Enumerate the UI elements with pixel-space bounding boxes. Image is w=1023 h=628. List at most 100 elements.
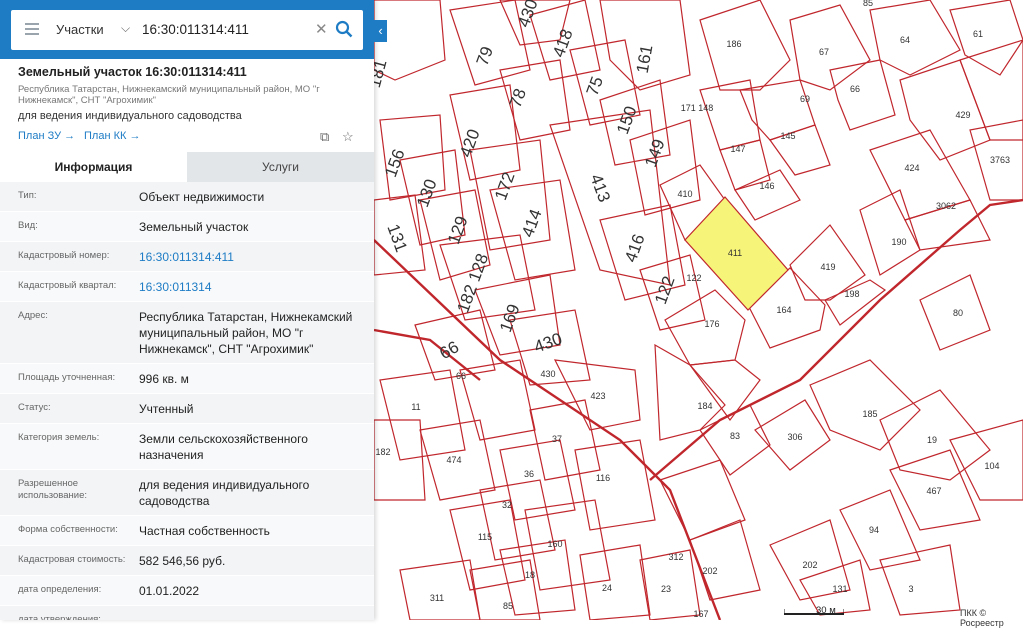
info-row: Разрешенное использование: для ведения ин… — [0, 470, 374, 516]
info-row: Кадастровая стоимость: 582 546,56 руб. — [0, 546, 374, 576]
parcel-36 — [949, 419, 1023, 501]
parcel-label: 429 — [955, 110, 970, 120]
purpose-text: для ведения индивидуального садоводства — [18, 110, 242, 122]
info-row-label: Статус: — [18, 402, 51, 413]
parcel-label-large: 149 — [641, 137, 669, 170]
parcel-label: 147 — [730, 144, 745, 154]
info-row-value: для ведения индивидуального садоводства — [139, 478, 310, 508]
parcel-label: 32 — [502, 500, 512, 510]
menu-icon[interactable] — [25, 23, 39, 36]
search-bar: Участки ⌵ 16:30:011314:411 ✕ — [0, 0, 374, 59]
plan-zu-link[interactable]: План ЗУ → — [18, 130, 75, 142]
parcel-label: 3763 — [990, 155, 1010, 165]
parcel-146 — [734, 169, 801, 221]
tab-info[interactable]: Информация — [0, 152, 187, 182]
info-row: Кадастровый номер: 16:30:011314:411 — [0, 242, 374, 272]
parcel-label-large: 79 — [473, 44, 497, 68]
parcel-label: 18 — [525, 570, 535, 580]
parcel-label: 182 — [375, 447, 390, 457]
info-row-label: Площадь уточненная: — [18, 372, 116, 383]
parcel-label-large: 161 — [633, 43, 657, 74]
address-short: Республика Татарстан, Нижнекамский муниц… — [18, 84, 320, 106]
parcel-label-large: 416 — [621, 232, 649, 265]
parcel-label: 66 — [850, 84, 860, 94]
info-row-label: дата определения: — [18, 584, 102, 595]
info-row-label: Вид: — [18, 220, 38, 231]
star-icon[interactable]: ☆ — [342, 129, 354, 145]
parcel-label: 419 — [820, 262, 835, 272]
info-row-value: Земли сельскохозяйственного назначения — [139, 432, 308, 462]
parcel-label: 3062 — [936, 201, 956, 211]
parcel-label-large: 122 — [651, 274, 679, 307]
parcel-label: 190 — [891, 237, 906, 247]
parcel-label: 164 — [776, 305, 791, 315]
parcel-label-large: 130 — [413, 177, 441, 210]
info-row: Адрес: Республика Татарстан, Нижнекамский… — [0, 302, 374, 364]
zoom-to-icon[interactable]: ⧉ — [320, 129, 329, 145]
info-row-label: Тип: — [18, 190, 37, 201]
info-row-value: 582 546,56 руб. — [139, 554, 226, 568]
parcel-306 — [809, 359, 921, 451]
parcel-66 — [829, 59, 896, 131]
tab-services[interactable]: Услуги — [187, 152, 374, 182]
search-icon[interactable] — [335, 20, 353, 38]
parcel-label: 24 — [602, 583, 612, 593]
parcel-label: 36 — [524, 469, 534, 479]
info-row-label: Кадастровая стоимость: — [18, 554, 126, 565]
info-row: Площадь уточненная: 996 кв. м — [0, 364, 374, 394]
parcel-94 — [524, 499, 611, 591]
parcel-label-large: 131 — [383, 222, 411, 255]
close-icon[interactable]: ✕ — [315, 20, 328, 38]
parcel-label: 85 — [503, 601, 513, 611]
info-row: Форма собственности: Частная собственност… — [0, 516, 374, 546]
collapse-panel-button[interactable]: ‹ — [374, 20, 387, 42]
info-row-value: 01.01.2022 — [139, 584, 200, 598]
parcel-202b — [689, 519, 761, 601]
parcel-label: 122 — [686, 273, 701, 283]
parcel-label: 131 — [832, 584, 847, 594]
parcel-label: 11 — [411, 402, 420, 412]
info-row: Категория земель: Земли сельскохозяйствен… — [0, 424, 374, 470]
info-row-value[interactable]: 16:30:011314 — [139, 272, 226, 301]
info-row-label: Кадастровый номер: — [18, 250, 110, 261]
info-row-value[interactable]: 16:30:011314:411 — [139, 242, 248, 271]
info-row: Кадастровый квартал: 16:30:011314 — [0, 272, 374, 302]
parcel-label: 146 — [759, 181, 774, 191]
parcel-label: 176 — [704, 319, 719, 329]
parcel-label: 184 — [697, 401, 712, 411]
parcel-label: 66 — [456, 371, 466, 381]
parcel-label: 94 — [869, 525, 879, 535]
parcel-label: 474 — [446, 455, 461, 465]
parcel-label: 185 — [862, 409, 877, 419]
layer-select[interactable]: Участки — [56, 22, 104, 37]
info-row-label: Категория земель: — [18, 432, 100, 443]
parcel-185 — [688, 359, 761, 422]
info-row-label: Кадастровый квартал: — [18, 280, 117, 291]
parcel-label-large: 66 — [436, 337, 462, 363]
parcel-label: 115 — [478, 532, 492, 542]
info-row-value: Частная собственность — [139, 524, 270, 538]
info-row-label: Разрешенное использование: — [18, 478, 88, 501]
parcel-64 — [869, 0, 961, 76]
parcel-label: 3 — [908, 584, 913, 594]
parcel-312 — [839, 489, 921, 571]
parcel-429 — [899, 59, 991, 161]
parcel-85b — [399, 559, 481, 620]
parcel-145 — [769, 124, 831, 176]
parcel-label: 467 — [926, 486, 941, 496]
parcel-label: 167 — [693, 609, 708, 619]
parcel-label: 424 — [904, 163, 919, 173]
search-box[interactable]: Участки ⌵ 16:30:011314:411 ✕ — [11, 10, 363, 50]
parcel-label: 202 — [802, 560, 817, 570]
info-row-label: Форма собственности: — [18, 524, 118, 535]
page-title: Земельный участок 16:30:011314:411 — [18, 65, 247, 79]
chevron-down-icon[interactable]: ⌵ — [121, 21, 130, 36]
search-input[interactable]: 16:30:011314:411 — [142, 22, 249, 37]
info-row-label: дата утверждения: — [18, 614, 101, 620]
parcel-label: 145 — [780, 131, 795, 141]
parcel-label-large: 418 — [549, 27, 577, 60]
scale-label: 30 м — [816, 605, 836, 616]
info-row-value: 996 кв. м — [139, 372, 189, 386]
parcel-label-large: 169 — [496, 302, 524, 335]
plan-kk-link[interactable]: План КК → — [84, 130, 140, 142]
